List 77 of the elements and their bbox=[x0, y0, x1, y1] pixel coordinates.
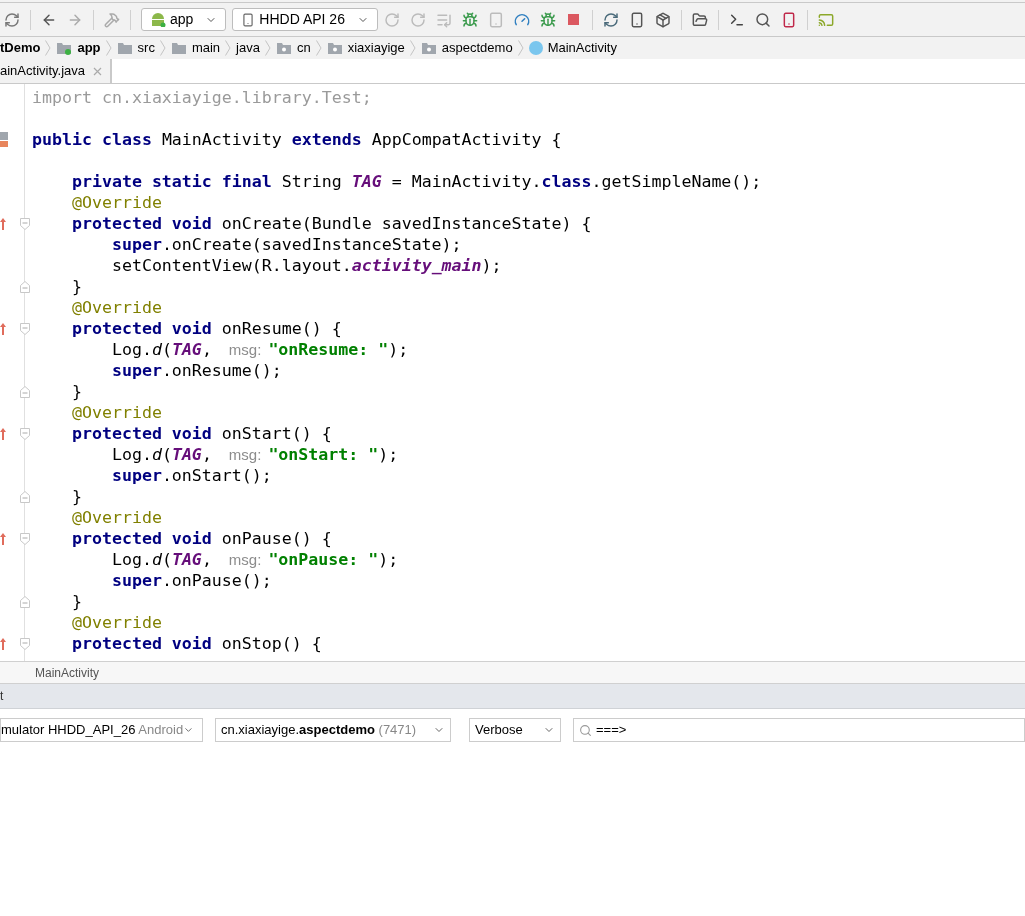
class-marker-icon[interactable] bbox=[0, 131, 8, 148]
chevron-icon bbox=[159, 40, 166, 56]
code-line: super.onPause(); bbox=[110, 570, 272, 591]
code-line: } bbox=[70, 276, 82, 297]
panel-title: t bbox=[0, 688, 4, 705]
fold-icon[interactable] bbox=[20, 217, 30, 230]
log-level-dropdown[interactable]: Verbose bbox=[469, 718, 561, 742]
code-line: import cn.xiaxiayige.library.Test; bbox=[32, 87, 372, 108]
code-line: @Override bbox=[70, 612, 162, 633]
code-line: super.onCreate(savedInstanceState); bbox=[110, 234, 462, 255]
code-line: setContentView(R.layout.activity_main); bbox=[110, 255, 502, 276]
android-icon bbox=[150, 12, 166, 27]
breadcrumb-item[interactable]: cn bbox=[275, 38, 311, 58]
code-line: protected void onStop() { bbox=[70, 633, 322, 654]
package-icon bbox=[326, 41, 343, 55]
chevron-icon bbox=[225, 40, 232, 56]
code-line: public class MainActivity extends AppCompatActivity { bbox=[32, 129, 562, 150]
fold-icon[interactable] bbox=[20, 322, 30, 335]
module-folder-icon bbox=[56, 41, 73, 55]
code-line: Log.d(TAG, msg: "onStart: "); bbox=[110, 444, 399, 465]
code-line: protected void onStart() { bbox=[70, 423, 332, 444]
code-line: super.onStart(); bbox=[110, 465, 272, 486]
override-arrow-icon[interactable] bbox=[0, 216, 6, 231]
editor-breadcrumb[interactable]: MainActivity bbox=[35, 663, 99, 682]
code-line: protected void onCreate(Bundle savedInstanceState) { bbox=[70, 213, 592, 234]
breadcrumb-item[interactable]: tDemo bbox=[0, 38, 41, 58]
chevron-icon bbox=[517, 40, 524, 56]
process-dropdown[interactable]: cn.xiaxiayige.aspectdemo (7471) bbox=[215, 718, 451, 742]
override-arrow-icon[interactable] bbox=[0, 321, 6, 336]
breadcrumb-item[interactable]: src bbox=[116, 38, 155, 58]
package-icon bbox=[420, 41, 437, 55]
code-line: } bbox=[70, 486, 82, 507]
chevron-icon bbox=[315, 40, 322, 56]
fold-icon[interactable] bbox=[20, 637, 30, 650]
code-line: Log.d(TAG, msg: "onResume: "); bbox=[110, 339, 409, 360]
breadcrumb-item[interactable]: xiaxiayige bbox=[326, 38, 405, 58]
chevron-icon bbox=[45, 40, 52, 56]
folder-icon bbox=[170, 41, 187, 55]
folder-icon bbox=[116, 41, 133, 55]
breadcrumb-item[interactable]: MainActivity bbox=[528, 38, 617, 58]
code-line: } bbox=[70, 591, 82, 612]
breadcrumb-item[interactable]: java bbox=[236, 38, 260, 58]
close-icon[interactable] bbox=[93, 66, 102, 76]
override-arrow-icon[interactable] bbox=[0, 636, 6, 651]
override-arrow-icon[interactable] bbox=[0, 531, 6, 546]
code-line: @Override bbox=[70, 192, 162, 213]
fold-icon[interactable] bbox=[20, 280, 30, 293]
device-dropdown[interactable]: mulator HHDD_API_26 Android bbox=[0, 718, 203, 742]
editor-tab[interactable]: ainActivity.java bbox=[0, 59, 111, 83]
fold-icon[interactable] bbox=[20, 427, 30, 440]
package-icon bbox=[275, 41, 292, 55]
chevron-icon bbox=[264, 40, 271, 56]
class-icon bbox=[528, 41, 543, 55]
fold-icon[interactable] bbox=[20, 532, 30, 545]
device-dropdown[interactable]: HHDD API 26 bbox=[232, 8, 378, 31]
code-line: } bbox=[70, 381, 82, 402]
code-line: super.onResume(); bbox=[110, 360, 282, 381]
override-arrow-icon[interactable] bbox=[0, 426, 6, 441]
code-line: protected void onResume() { bbox=[70, 318, 342, 339]
chevron-icon bbox=[105, 40, 112, 56]
fold-icon[interactable] bbox=[20, 595, 30, 608]
search-icon bbox=[579, 723, 592, 737]
code-line: @Override bbox=[70, 297, 162, 318]
run-config-dropdown[interactable]: app bbox=[141, 8, 227, 31]
chevron-icon bbox=[409, 40, 416, 56]
phone-icon bbox=[241, 12, 256, 27]
fold-icon[interactable] bbox=[20, 385, 30, 398]
code-line: protected void onPause() { bbox=[70, 528, 332, 549]
breadcrumb-item[interactable]: app bbox=[56, 38, 101, 58]
fold-icon[interactable] bbox=[20, 490, 30, 503]
breadcrumb-item[interactable]: main bbox=[170, 38, 221, 58]
code-line: Log.d(TAG, msg: "onPause: "); bbox=[110, 549, 399, 570]
breadcrumb-item[interactable]: aspectdemo bbox=[420, 38, 513, 58]
code-line: private static final String TAG = MainActivity.class.getSimpleName(); bbox=[70, 171, 762, 192]
filter-search-field[interactable]: ===> bbox=[573, 718, 1025, 742]
code-line: @Override bbox=[70, 402, 162, 423]
code-line: @Override bbox=[70, 507, 162, 528]
